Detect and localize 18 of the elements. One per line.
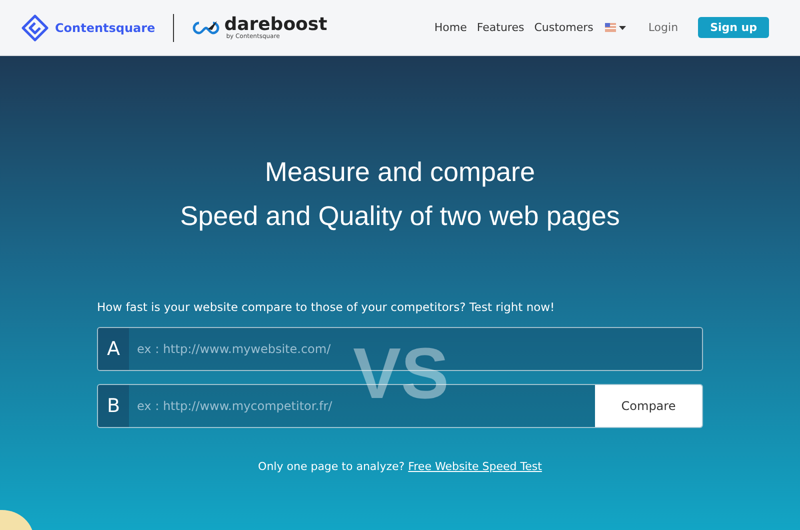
caret-icon [619,26,626,30]
contentsquare-logo-icon [21,14,49,42]
hero-title: Speed and Quality of two web pages [180,200,620,233]
nav-link[interactable]: Features [476,21,524,34]
brand-name: Contentsquare [55,20,156,34]
field-letter: A [98,328,129,370]
hero-title: Measure and compare [264,156,536,189]
question-text: How fast is your website compare to those of your competitors? Test right now! [97,300,556,314]
flag-icon [605,23,616,32]
footer-text: Only one page to analyze? [258,460,405,473]
nav-link[interactable]: Home [434,21,467,34]
login-link[interactable]: Login [648,21,678,34]
language-selector[interactable] [605,23,626,32]
field-letter: B [98,385,129,427]
compare-button[interactable]: Compare [595,385,702,427]
nav-link[interactable]: Customers [534,21,594,34]
infinity-icon [192,20,220,36]
product-name: dareboost [224,16,328,34]
